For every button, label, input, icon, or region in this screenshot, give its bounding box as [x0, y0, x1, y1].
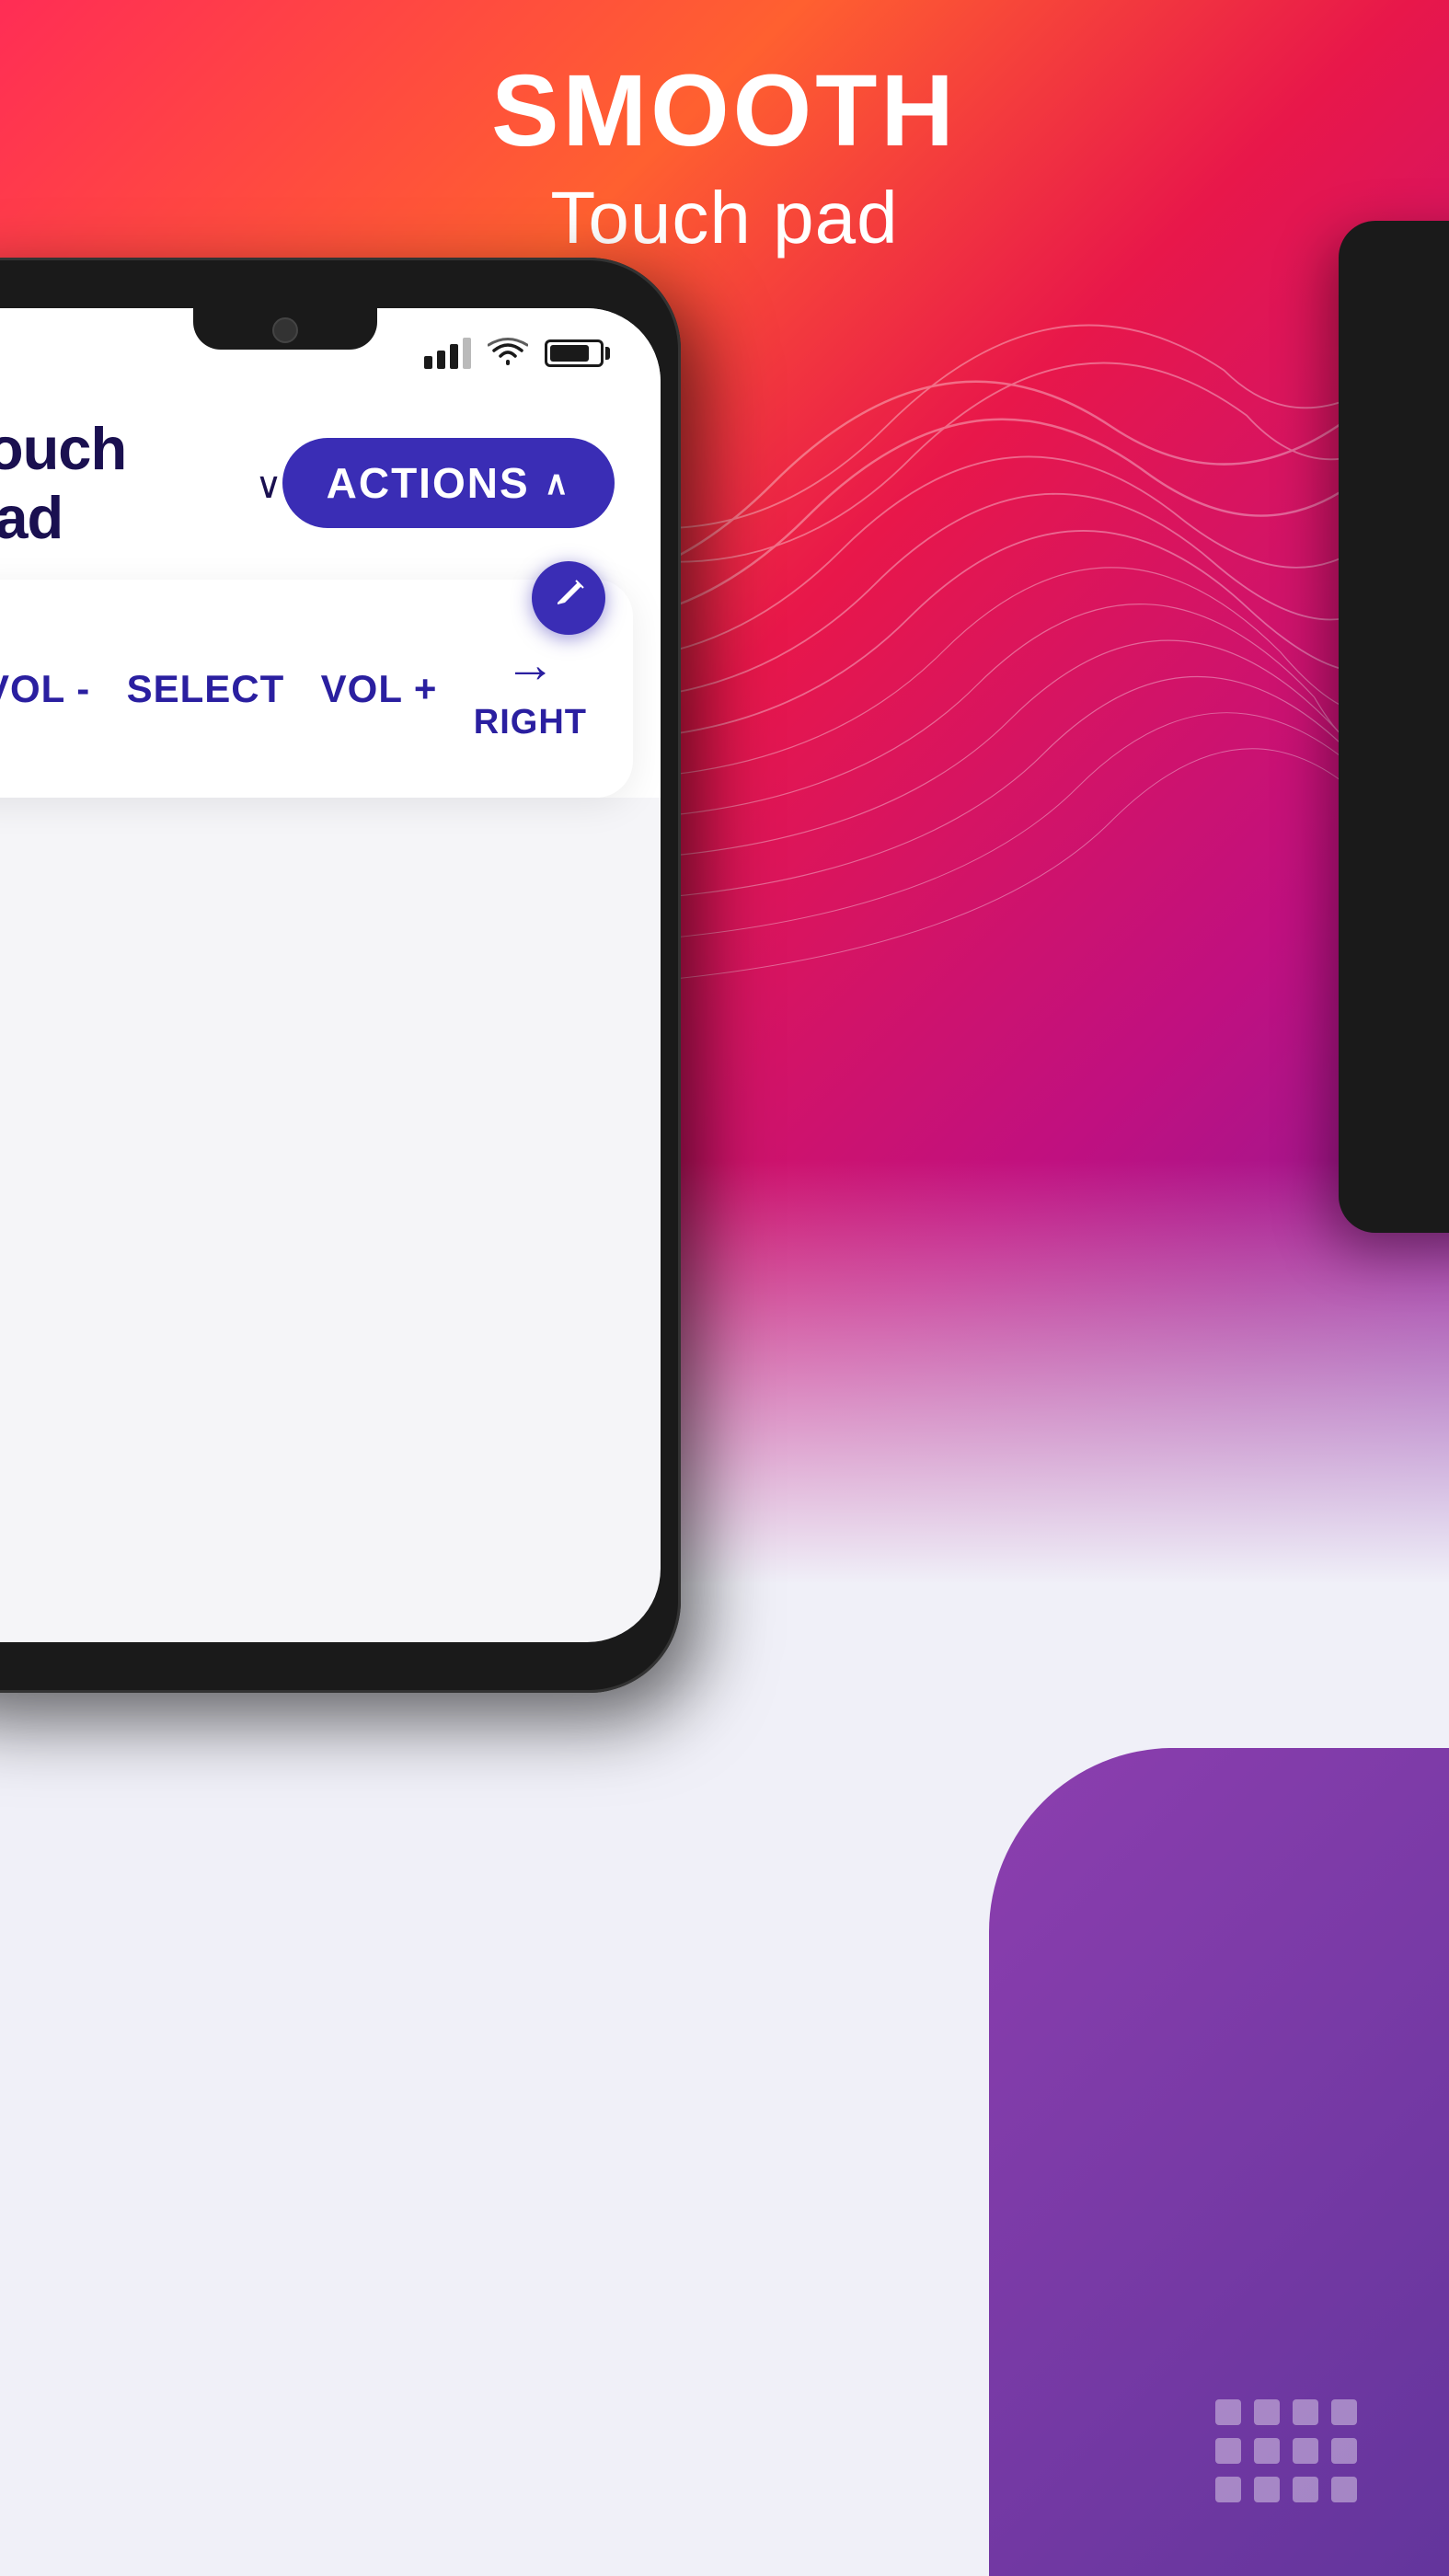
- phone-screen: 41: [0, 308, 661, 1642]
- right-label: RIGHT: [474, 703, 587, 742]
- vol-plus-label: VOL +: [321, 667, 438, 711]
- vol-minus-label: VOL -: [0, 667, 90, 711]
- battery-icon: [545, 339, 610, 367]
- app-content: Touch Pad ∨ ACTIONS ∧: [0, 382, 661, 798]
- battery-body: [545, 339, 604, 367]
- touchpad-title-row: Touch Pad ∨: [0, 414, 282, 552]
- vol-plus-item[interactable]: VOL +: [321, 667, 438, 711]
- select-label: SELECT: [127, 667, 285, 711]
- hero-section: SMOOTH Touch pad: [0, 55, 1449, 260]
- chevron-down-icon[interactable]: ∨: [255, 465, 282, 507]
- actions-button-label: ACTIONS: [327, 458, 530, 508]
- actions-button[interactable]: ACTIONS ∧: [282, 438, 615, 528]
- hero-subtitle: Touch pad: [0, 176, 1449, 260]
- chevron-up-icon: ∧: [545, 464, 570, 502]
- phone-shell: 41: [0, 258, 681, 1693]
- edit-icon: [550, 575, 587, 621]
- camera-icon: [272, 317, 298, 343]
- touchpad-panel: VOL - SELECT VOL + → RIG: [0, 580, 633, 798]
- wifi-icon: [488, 336, 528, 372]
- right-item[interactable]: → RIGHT: [474, 635, 587, 742]
- edit-button[interactable]: [532, 561, 605, 635]
- decorative-dots: [1215, 2399, 1357, 2502]
- phone-device: 41: [0, 258, 810, 1730]
- background-phone: [1339, 221, 1449, 1233]
- signal-bar-4: [463, 338, 471, 369]
- status-icons: [424, 336, 610, 372]
- phone-notch: [193, 308, 377, 350]
- signal-bar-3: [450, 344, 458, 369]
- signal-icon: [424, 338, 471, 369]
- hero-title: SMOOTH: [0, 55, 1449, 167]
- touchpad-title: Touch Pad: [0, 414, 238, 552]
- signal-bar-2: [437, 351, 445, 369]
- select-item[interactable]: SELECT: [127, 667, 285, 711]
- signal-bar-1: [424, 356, 432, 369]
- right-arrow-icon: →: [505, 635, 556, 694]
- actions-row: VOL - SELECT VOL + → RIG: [0, 616, 587, 761]
- vol-minus-item[interactable]: VOL -: [0, 667, 90, 711]
- battery-fill: [550, 345, 589, 362]
- battery-tip: [605, 347, 610, 360]
- touchpad-header: Touch Pad ∨ ACTIONS ∧: [0, 382, 661, 580]
